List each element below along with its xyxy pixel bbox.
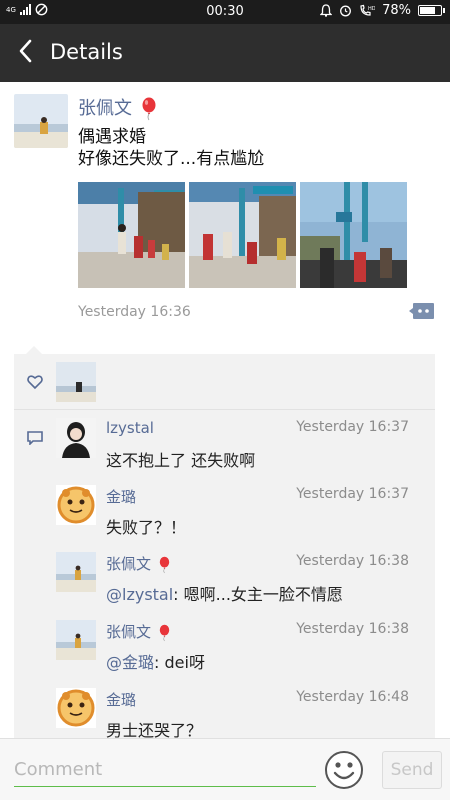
- battery-icon: [418, 5, 445, 16]
- post-photo-3[interactable]: [300, 182, 407, 288]
- comment-input-bar: Send: [0, 738, 450, 800]
- comment-text: 这不抱上了 还失败啊: [106, 451, 256, 470]
- balloon-icon: [142, 97, 156, 121]
- commenter-avatar[interactable]: [56, 418, 96, 458]
- comment-time: Yesterday 16:37: [296, 419, 409, 435]
- author-name[interactable]: 张佩文: [78, 98, 132, 119]
- comment-bubble-icon: [409, 303, 434, 319]
- smiley-icon: [325, 751, 363, 789]
- alarm-icon: [340, 5, 352, 17]
- comment-body: : 嗯啊...女主一脸不情愿: [173, 585, 343, 604]
- svg-text:HD: HD: [368, 6, 375, 12]
- post-timestamp: Yesterday 16:36: [78, 304, 191, 320]
- hd-call-icon: HD: [360, 4, 375, 16]
- comment-body: : dei呀: [154, 653, 205, 672]
- comment-item[interactable]: 张佩文 Yesterday 16:38 @金璐: dei呀: [14, 612, 435, 678]
- post-photo-2[interactable]: [189, 182, 296, 288]
- heart-icon: [27, 375, 43, 390]
- comment-item[interactable]: 金璐 Yesterday 16:37 失败了？！: [14, 477, 435, 543]
- battery-percent: 78%: [382, 3, 411, 18]
- post-text-line-1: 偶遇求婚: [78, 127, 146, 147]
- mention-link[interactable]: @金璐: [106, 653, 154, 672]
- commenter-name[interactable]: 金璐: [106, 486, 136, 507]
- post-text-line-2: 好像还失败了...有点尴尬: [78, 149, 265, 169]
- comment-item[interactable]: lzystal Yesterday 16:37 这不抱上了 还失败啊: [14, 410, 435, 476]
- comment-time: Yesterday 16:48: [296, 689, 409, 705]
- mention-link[interactable]: @lzystal: [106, 585, 173, 604]
- moment-post: 张佩文 偶遇求婚 好像还失败了...有点尴尬 Yesterday 16:36 l…: [0, 82, 450, 738]
- comment-item[interactable]: 张佩文 Yesterday 16:38 @lzystal: 嗯啊...女主一脸不…: [14, 544, 435, 610]
- likes-row: [14, 354, 435, 410]
- commenter-name[interactable]: 张佩文: [106, 555, 151, 573]
- commenter-avatar[interactable]: [56, 688, 96, 728]
- commenter-avatar[interactable]: [56, 552, 96, 592]
- comments-panel: lzystal Yesterday 16:37 这不抱上了 还失败啊 金璐 Ye…: [14, 346, 435, 738]
- photo-grid: [78, 182, 407, 288]
- commenter-avatar[interactable]: [56, 620, 96, 660]
- post-text: 偶遇求婚 好像还失败了...有点尴尬: [78, 126, 264, 170]
- emoji-button[interactable]: [324, 750, 364, 790]
- comment-text: @lzystal: 嗯啊...女主一脸不情愿: [106, 581, 343, 605]
- comment-text: @金璐: dei呀: [106, 649, 205, 673]
- commenter-name[interactable]: 张佩文: [106, 623, 151, 641]
- commenter-name[interactable]: 金璐: [106, 689, 136, 710]
- comment-time: Yesterday 16:38: [296, 553, 409, 569]
- more-options-button[interactable]: [409, 302, 435, 320]
- comment-text: 失败了？！: [106, 518, 187, 537]
- nav-bar: Details: [0, 24, 450, 82]
- comment-time: Yesterday 16:38: [296, 621, 409, 637]
- balloon-icon: [159, 556, 169, 573]
- comment-time: Yesterday 16:37: [296, 486, 409, 502]
- liker-avatar[interactable]: [56, 362, 96, 402]
- status-bar: 4G 00:30 HD 78%: [0, 0, 450, 24]
- bell-icon: [320, 4, 333, 17]
- balloon-icon: [159, 624, 169, 641]
- chevron-left-icon: [19, 39, 32, 63]
- send-button[interactable]: Send: [382, 751, 442, 789]
- commenter-avatar[interactable]: [56, 485, 96, 525]
- back-button[interactable]: [14, 36, 38, 66]
- commenter-name[interactable]: lzystal: [106, 419, 154, 437]
- comment-text: 男士还哭了？: [106, 721, 203, 738]
- comment-item[interactable]: 金璐 Yesterday 16:48 男士还哭了？: [14, 680, 435, 738]
- page-title: Details: [50, 40, 123, 64]
- comment-input[interactable]: [14, 753, 316, 787]
- post-photo-1[interactable]: [78, 182, 185, 288]
- author-avatar[interactable]: [14, 94, 68, 148]
